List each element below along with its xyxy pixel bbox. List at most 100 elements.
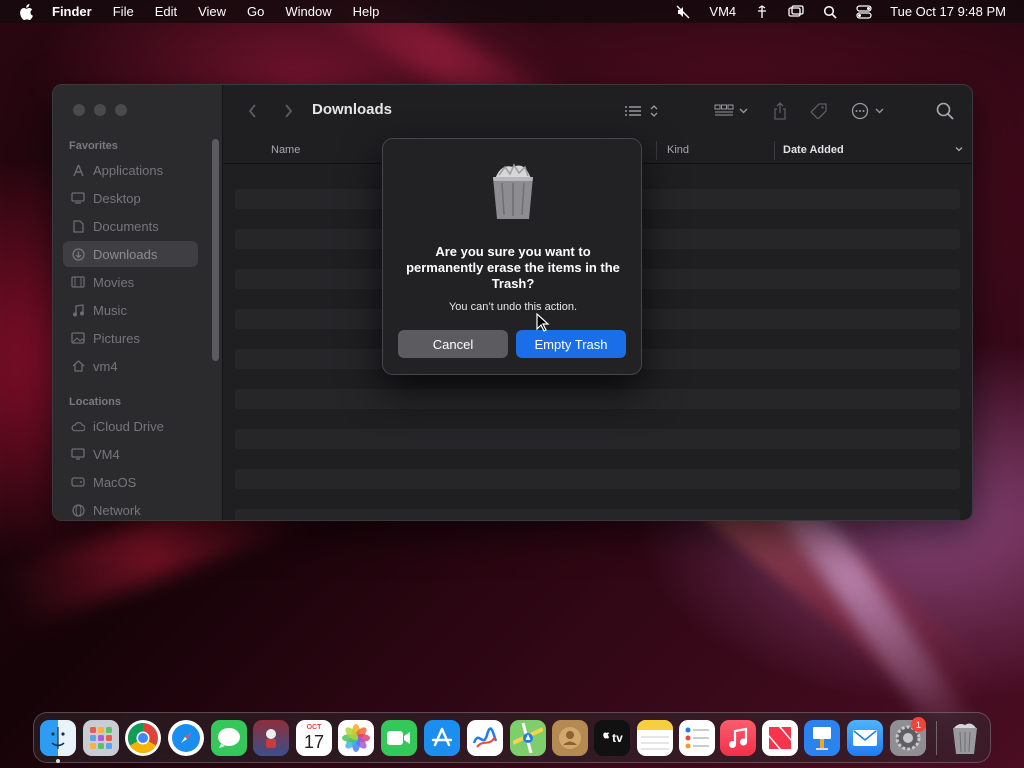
sidebar-item-pictures[interactable]: Pictures <box>63 325 198 351</box>
view-options-icon[interactable] <box>624 100 660 122</box>
menu-go[interactable]: Go <box>247 4 264 19</box>
screen-mirroring-icon[interactable] <box>788 4 804 20</box>
menu-help[interactable]: Help <box>353 4 380 19</box>
sidebar: Favorites Applications Desktop Documents… <box>53 85 223 520</box>
search-icon[interactable] <box>935 100 955 122</box>
back-icon[interactable] <box>245 100 259 122</box>
share-icon[interactable] <box>771 100 789 122</box>
vm-status-label[interactable]: VM4 <box>709 4 736 19</box>
tv-label: tv <box>612 731 623 745</box>
column-separator[interactable] <box>774 141 775 160</box>
sidebar-item-vm4-home[interactable]: vm4 <box>63 353 198 379</box>
sidebar-item-label: Music <box>93 302 127 318</box>
zoom-button[interactable] <box>115 104 127 116</box>
tag-icon[interactable] <box>809 100 829 122</box>
dock-separator <box>936 721 937 755</box>
dock-launchpad[interactable] <box>83 720 119 756</box>
empty-row <box>235 469 960 489</box>
dock-game-app[interactable] <box>253 720 289 756</box>
dock: OCT 17 tv 1 <box>33 712 991 763</box>
forward-icon[interactable] <box>281 100 295 122</box>
empty-row <box>235 429 960 449</box>
dock-app-store[interactable] <box>424 720 460 756</box>
mouse-pointer-icon <box>536 312 550 333</box>
cloud-icon <box>71 419 85 433</box>
column-kind[interactable]: Kind <box>667 144 689 156</box>
document-icon <box>71 219 85 233</box>
column-separator[interactable] <box>656 141 657 160</box>
dock-messages[interactable] <box>211 720 247 756</box>
dock-mail[interactable] <box>847 720 883 756</box>
dock-notes[interactable] <box>637 720 673 756</box>
locations-heading: Locations <box>69 396 121 408</box>
sidebar-item-macos[interactable]: MacOS <box>63 469 198 495</box>
apple-menu-icon[interactable] <box>18 3 34 20</box>
empty-trash-dialog: Are you sure you want to permanently era… <box>382 138 642 375</box>
menu-bar: Finder File Edit View Go Window Help VM4… <box>0 0 1024 23</box>
dialog-title: Are you sure you want to permanently era… <box>406 244 620 291</box>
more-actions-icon[interactable] <box>851 100 887 122</box>
empty-trash-button[interactable]: Empty Trash <box>516 330 626 358</box>
sidebar-item-downloads[interactable]: Downloads <box>63 241 198 267</box>
dock-photos[interactable] <box>338 720 374 756</box>
sidebar-scrollbar[interactable] <box>212 139 219 361</box>
close-button[interactable] <box>73 104 85 116</box>
downloads-icon <box>71 247 85 261</box>
empty-row <box>235 509 960 520</box>
speaker-muted-icon[interactable] <box>675 4 691 20</box>
sidebar-item-movies[interactable]: Movies <box>63 269 198 295</box>
applications-icon <box>71 163 85 177</box>
network-status-icon[interactable] <box>754 4 770 20</box>
sidebar-item-vm4[interactable]: VM4 <box>63 441 198 467</box>
music-icon <box>71 303 85 317</box>
sidebar-item-label: VM4 <box>93 446 120 462</box>
window-title: Downloads <box>312 101 393 118</box>
dock-keynote[interactable] <box>804 720 840 756</box>
dock-chrome[interactable] <box>125 720 161 756</box>
sidebar-item-label: Network <box>93 502 141 518</box>
column-date-added[interactable]: Date Added <box>783 144 844 156</box>
sidebar-item-label: iCloud Drive <box>93 418 164 434</box>
calendar-day: 17 <box>303 732 325 752</box>
cancel-button[interactable]: Cancel <box>398 330 508 358</box>
dock-finder[interactable] <box>40 720 76 756</box>
notification-badge: 1 <box>911 717 926 732</box>
sidebar-item-documents[interactable]: Documents <box>63 213 198 239</box>
menu-edit[interactable]: Edit <box>155 4 177 19</box>
menu-file[interactable]: File <box>113 4 134 19</box>
group-by-icon[interactable] <box>714 100 750 122</box>
dock-news[interactable] <box>762 720 798 756</box>
sidebar-item-applications[interactable]: Applications <box>63 157 198 183</box>
dock-trash[interactable] <box>947 720 983 756</box>
sort-chevron-icon[interactable] <box>954 144 964 157</box>
sidebar-item-label: MacOS <box>93 474 137 490</box>
trash-full-icon <box>487 157 539 221</box>
sidebar-item-network[interactable]: Network <box>63 497 198 520</box>
dock-reminders[interactable] <box>679 720 715 756</box>
spotlight-search-icon[interactable] <box>822 4 838 20</box>
dock-calendar[interactable]: OCT 17 <box>296 720 332 756</box>
dock-contacts[interactable] <box>552 720 588 756</box>
control-center-icon[interactable] <box>856 4 872 20</box>
toolbar: Downloads <box>223 85 972 137</box>
display-icon <box>71 447 85 461</box>
disk-icon <box>71 475 85 489</box>
sidebar-item-music[interactable]: Music <box>63 297 198 323</box>
menu-window[interactable]: Window <box>285 4 331 19</box>
column-name[interactable]: Name <box>271 144 300 156</box>
dock-safari[interactable] <box>168 720 204 756</box>
window-controls <box>73 104 127 116</box>
menu-view[interactable]: View <box>198 4 226 19</box>
sidebar-item-desktop[interactable]: Desktop <box>63 185 198 211</box>
minimize-button[interactable] <box>94 104 106 116</box>
dock-facetime[interactable] <box>381 720 417 756</box>
dock-freeform[interactable] <box>467 720 503 756</box>
dock-maps[interactable] <box>510 720 546 756</box>
sidebar-item-icloud-drive[interactable]: iCloud Drive <box>63 413 198 439</box>
movies-icon <box>71 275 85 289</box>
menu-app-finder[interactable]: Finder <box>52 4 92 19</box>
clock[interactable]: Tue Oct 17 9:48 PM <box>890 4 1006 19</box>
sidebar-item-label: Applications <box>93 162 164 178</box>
dock-tv[interactable]: tv <box>594 720 630 756</box>
dock-music[interactable] <box>720 720 756 756</box>
